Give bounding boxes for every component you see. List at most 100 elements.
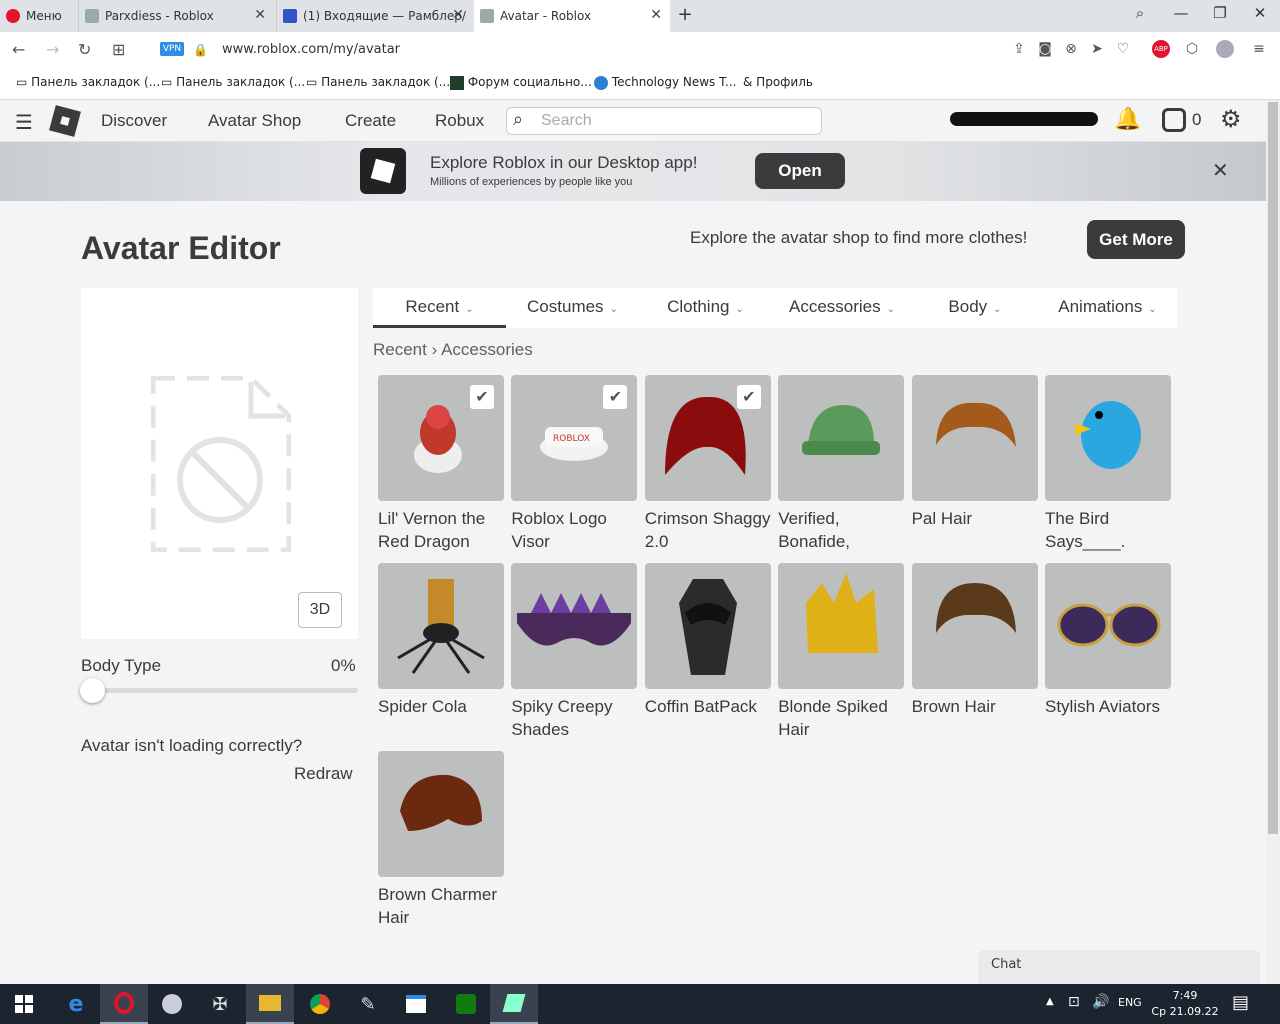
body-type-slider-track[interactable] bbox=[81, 688, 358, 693]
browser-tab-1[interactable]: Parxdiess - Roblox ✕ bbox=[78, 0, 274, 32]
item-thumbnail[interactable] bbox=[1045, 563, 1171, 689]
clock[interactable]: 7:49 Ср 21.09.22 bbox=[1150, 988, 1220, 1020]
item-name[interactable]: Pal Hair bbox=[912, 507, 1042, 530]
camera-icon[interactable]: ◙ bbox=[1036, 41, 1054, 57]
item-thumbnail[interactable] bbox=[511, 563, 638, 689]
nav-avatar-shop[interactable]: Avatar Shop bbox=[208, 111, 301, 131]
chrome-icon[interactable] bbox=[296, 984, 344, 1024]
get-more-button[interactable]: Get More bbox=[1087, 220, 1185, 259]
avatar-item-card[interactable]: Brown Hair bbox=[911, 563, 1038, 718]
block-icon[interactable]: ⊗ bbox=[1062, 41, 1080, 57]
avatar-item-card[interactable]: Verified, Bonafide, bbox=[778, 375, 905, 553]
avatar-item-card[interactable]: ROBLOX ✔ Roblox Logo Visor bbox=[511, 375, 638, 553]
item-thumbnail[interactable]: ✔ bbox=[378, 375, 504, 501]
avatar-item-card[interactable]: ✔ Crimson Shaggy 2.0 bbox=[644, 375, 771, 553]
hamburger-menu-icon[interactable]: ☰ bbox=[15, 110, 33, 134]
edge-icon[interactable]: e bbox=[52, 984, 100, 1024]
restore-icon[interactable]: ❐ bbox=[1205, 4, 1235, 22]
reload-icon[interactable]: ↻ bbox=[78, 40, 91, 59]
avatar-item-card[interactable]: The Bird Says____. bbox=[1045, 375, 1171, 553]
app-taskbar-icon[interactable] bbox=[490, 984, 538, 1024]
close-tab-icon[interactable]: ✕ bbox=[254, 7, 266, 23]
volume-icon[interactable]: 🔊 bbox=[1092, 994, 1109, 1010]
tab-clothing[interactable]: Clothing ⌄ bbox=[639, 288, 772, 328]
item-name[interactable]: Roblox Logo Visor bbox=[511, 507, 641, 553]
item-name[interactable]: The Bird Says____. bbox=[1045, 507, 1175, 553]
username-redacted[interactable] bbox=[950, 112, 1098, 126]
action-center-icon[interactable]: ▤ bbox=[1232, 992, 1249, 1013]
item-name[interactable]: Brown Charmer Hair bbox=[378, 883, 508, 929]
item-thumbnail[interactable] bbox=[778, 563, 905, 689]
file-explorer-icon[interactable] bbox=[246, 984, 294, 1024]
scrollbar-thumb[interactable] bbox=[1268, 102, 1278, 834]
search-tabs-icon[interactable]: ⌕ bbox=[1125, 4, 1155, 22]
item-name[interactable]: Verified, Bonafide, bbox=[778, 507, 908, 553]
avatar-item-card[interactable]: Stylish Aviators bbox=[1045, 563, 1171, 718]
tab-accessories[interactable]: Accessories ⌄ bbox=[772, 288, 912, 328]
chat-bar[interactable]: Chat bbox=[978, 950, 1260, 984]
search-input[interactable]: ⌕ Search bbox=[506, 107, 822, 135]
windows-start-icon[interactable] bbox=[0, 984, 48, 1024]
adblock-icon[interactable]: ABP bbox=[1152, 40, 1170, 58]
roblox-logo-icon[interactable] bbox=[49, 105, 81, 137]
tray-expand-icon[interactable]: ▲ bbox=[1046, 996, 1054, 1007]
avatar-item-card[interactable]: Pal Hair bbox=[911, 375, 1038, 530]
bookmark-technews[interactable]: Technology News T... bbox=[594, 75, 736, 90]
bookmark-profile[interactable]: & Профиль bbox=[743, 75, 813, 89]
vpn-badge[interactable]: VPN bbox=[160, 42, 184, 56]
open-app-button[interactable]: Open bbox=[755, 153, 845, 189]
browser-tab-3[interactable]: Avatar - Roblox ✕ bbox=[474, 0, 670, 32]
url-field[interactable]: www.roblox.com/my/avatar bbox=[222, 42, 400, 57]
nav-create[interactable]: Create bbox=[345, 111, 396, 131]
notifications-bell-icon[interactable]: 🔔 bbox=[1114, 107, 1141, 132]
close-window-icon[interactable]: ✕ bbox=[1245, 4, 1275, 22]
item-name[interactable]: Spiky Creepy Shades bbox=[511, 695, 641, 741]
xbox-icon[interactable] bbox=[442, 984, 490, 1024]
avatar-item-card[interactable]: Spiky Creepy Shades bbox=[511, 563, 638, 741]
item-thumbnail[interactable]: ✔ bbox=[644, 375, 771, 501]
body-type-slider-handle[interactable] bbox=[80, 678, 105, 703]
avatar-item-card[interactable]: Spider Cola bbox=[378, 563, 504, 718]
bookmark-folder-2[interactable]: ▭ Панель закладок (... bbox=[161, 75, 305, 89]
network-icon[interactable]: ⊡ bbox=[1068, 994, 1080, 1010]
item-name[interactable]: Blonde Spiked Hair bbox=[778, 695, 908, 741]
tab-body[interactable]: Body ⌄ bbox=[912, 288, 1038, 328]
item-name[interactable]: Lil' Vernon the Red Dragon bbox=[378, 507, 508, 553]
nav-robux[interactable]: Robux bbox=[435, 111, 484, 131]
settings-gear-icon[interactable]: ⚙ bbox=[1220, 105, 1242, 133]
item-name[interactable]: Coffin BatPack bbox=[645, 695, 775, 718]
redraw-link[interactable]: Redraw bbox=[294, 764, 353, 784]
bookmark-folder-3[interactable]: ▭ Панель закладок (... bbox=[306, 75, 450, 89]
easy-setup-icon[interactable]: ≡ bbox=[1250, 41, 1268, 57]
tab-recent[interactable]: Recent ⌄ bbox=[373, 288, 506, 328]
minimize-icon[interactable]: — bbox=[1166, 4, 1196, 22]
browser-tab-2[interactable]: (1) Входящие — Рамблер/ ✕ bbox=[276, 0, 472, 32]
item-thumbnail[interactable] bbox=[378, 563, 504, 689]
steam-icon[interactable] bbox=[148, 984, 196, 1024]
bookmark-folder-1[interactable]: ▭ Панель закладок (... bbox=[16, 75, 160, 89]
profile-icon[interactable] bbox=[1216, 40, 1234, 58]
item-name[interactable]: Brown Hair bbox=[912, 695, 1042, 718]
opera-menu-button[interactable]: Меню bbox=[0, 0, 76, 32]
avatar-item-card[interactable]: Blonde Spiked Hair bbox=[778, 563, 905, 741]
forward-icon[interactable]: → bbox=[46, 40, 59, 59]
close-tab-icon[interactable]: ✕ bbox=[452, 7, 464, 23]
back-icon[interactable]: ← bbox=[12, 40, 25, 59]
tab-costumes[interactable]: Costumes ⌄ bbox=[506, 288, 639, 328]
bookmark-forum[interactable]: Форум социально... bbox=[450, 75, 592, 90]
item-name[interactable]: Stylish Aviators bbox=[1045, 695, 1175, 718]
item-thumbnail[interactable] bbox=[911, 563, 1038, 689]
speed-dial-icon[interactable]: ⊞ bbox=[112, 40, 125, 59]
close-tab-icon[interactable]: ✕ bbox=[650, 7, 662, 23]
paint-icon[interactable]: ✎ bbox=[344, 984, 392, 1024]
item-name[interactable]: Spider Cola bbox=[378, 695, 508, 718]
send-icon[interactable]: ⇪ bbox=[1010, 41, 1028, 57]
item-thumbnail[interactable] bbox=[1045, 375, 1171, 501]
share-icon[interactable]: ➤ bbox=[1088, 41, 1106, 57]
opera-taskbar-icon[interactable] bbox=[100, 984, 148, 1024]
avatar-item-card[interactable]: ✔ Lil' Vernon the Red Dragon bbox=[378, 375, 504, 553]
tool-icon[interactable]: ✠ bbox=[196, 984, 244, 1024]
cube-icon[interactable]: ⬡ bbox=[1183, 41, 1201, 57]
language-indicator[interactable]: ENG bbox=[1118, 996, 1142, 1009]
toggle-3d-button[interactable]: 3D bbox=[298, 592, 342, 628]
